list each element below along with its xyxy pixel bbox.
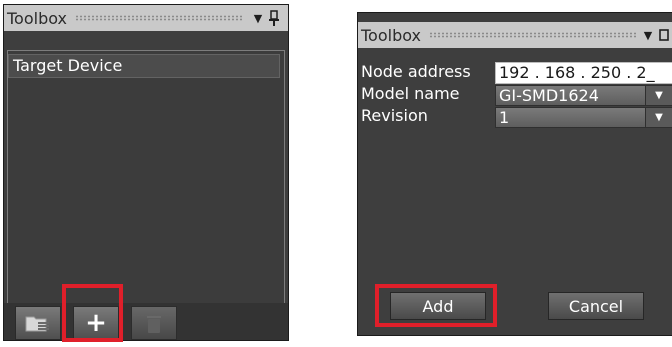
revision-select[interactable]: 1 ▼	[495, 107, 672, 128]
toolbox-titlebar[interactable]: Toolbox ▼	[4, 5, 288, 31]
list-item-target-device[interactable]: Target Device	[8, 54, 280, 78]
titlebar-grip	[75, 15, 242, 21]
delete-button[interactable]	[131, 306, 177, 340]
window-icon[interactable]	[656, 25, 672, 45]
add-button-highlight	[375, 284, 497, 327]
chevron-down-icon[interactable]: ▼	[645, 86, 672, 105]
folder-button[interactable]	[15, 306, 61, 340]
revision-value: 1	[499, 108, 510, 127]
folder-icon	[25, 316, 49, 332]
pin-icon[interactable]	[266, 8, 282, 28]
dropdown-arrow-icon[interactable]: ▼	[250, 8, 266, 28]
toolbox-panel-left: Toolbox ▼ Target Device +	[3, 4, 289, 341]
cancel-button[interactable]: Cancel	[548, 292, 644, 320]
toolbox-titlebar[interactable]: Toolbox ▼	[358, 22, 672, 48]
toolbox-title: Toolbox	[7, 8, 67, 28]
chevron-down-icon[interactable]: ▼	[645, 108, 672, 127]
add-button-highlight	[62, 284, 123, 342]
model-name-select[interactable]: GI-SMD1624 ▼	[495, 85, 672, 106]
revision-label: Revision	[361, 106, 428, 125]
device-list[interactable]	[7, 50, 285, 321]
model-name-label: Model name	[361, 84, 460, 103]
dropdown-arrow-icon[interactable]: ▼	[640, 25, 656, 45]
trash-icon	[147, 316, 161, 333]
toolbox-title: Toolbox	[361, 25, 421, 45]
model-name-value: GI-SMD1624	[499, 86, 599, 105]
node-address-label: Node address	[361, 62, 471, 81]
titlebar-grip	[429, 32, 636, 38]
node-address-field[interactable]: 192 . 168 . 250 . 2_	[495, 62, 672, 84]
